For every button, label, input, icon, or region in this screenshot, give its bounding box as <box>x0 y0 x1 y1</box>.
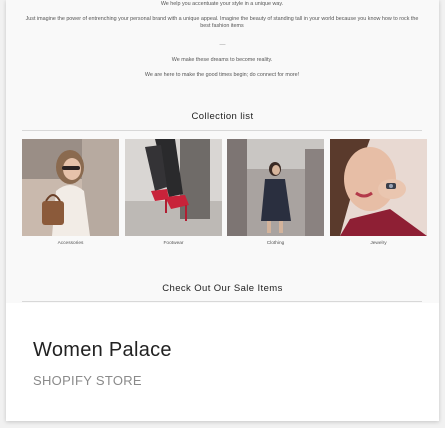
woman-with-handbag-photo <box>22 139 119 236</box>
intro-separator: — <box>219 42 226 48</box>
intro-line-power: Just imagine the power of entrenching yo… <box>25 16 419 29</box>
intro-line-dreams: We make these dreams to become reality. <box>171 57 273 63</box>
collection-label-accessories[interactable]: Accessories <box>22 241 119 246</box>
collection-list-title: Collection list <box>191 111 254 122</box>
intro-line-connect: We are here to make the good times begin… <box>144 72 300 78</box>
collection-tile-clothing[interactable] <box>227 139 324 236</box>
red-heels-photo <box>125 139 222 236</box>
intro-line-top: We help you accentuate your style in a u… <box>160 1 284 7</box>
store-name[interactable]: Women Palace <box>33 339 172 362</box>
collection-label-clothing[interactable]: Clothing <box>227 241 324 246</box>
collection-tile-footwear[interactable] <box>125 139 222 236</box>
store-type: SHOPIFY STORE <box>33 373 142 388</box>
store-card[interactable]: We help you accentuate your style in a u… <box>6 0 439 421</box>
divider <box>22 130 422 131</box>
collection-label-jewelry[interactable]: Jewelry <box>330 241 427 246</box>
collection-label-footwear[interactable]: Footwear <box>125 241 222 246</box>
woman-in-dress-photo <box>227 139 324 236</box>
woman-with-ring-photo <box>330 139 427 236</box>
sale-items-title: Check Out Our Sale Items <box>162 283 283 294</box>
store-preview[interactable]: We help you accentuate your style in a u… <box>6 0 439 303</box>
collection-tile-accessories[interactable] <box>22 139 119 236</box>
divider <box>22 301 422 302</box>
collection-tile-jewelry[interactable] <box>330 139 427 236</box>
